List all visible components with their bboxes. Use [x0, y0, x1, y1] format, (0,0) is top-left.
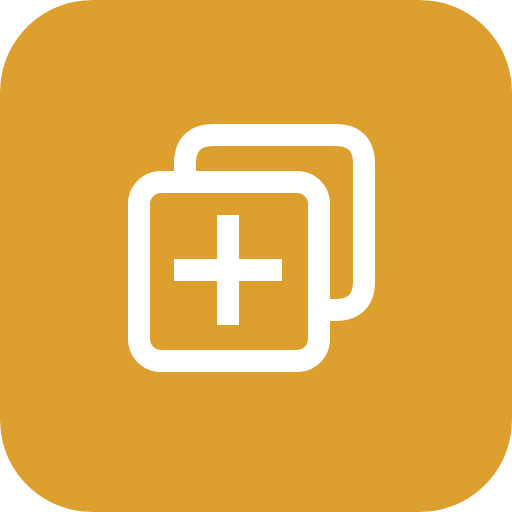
- icon-background: [0, 0, 512, 512]
- app-icon[interactable]: [0, 0, 512, 512]
- duplicate-add-icon: [0, 0, 512, 512]
